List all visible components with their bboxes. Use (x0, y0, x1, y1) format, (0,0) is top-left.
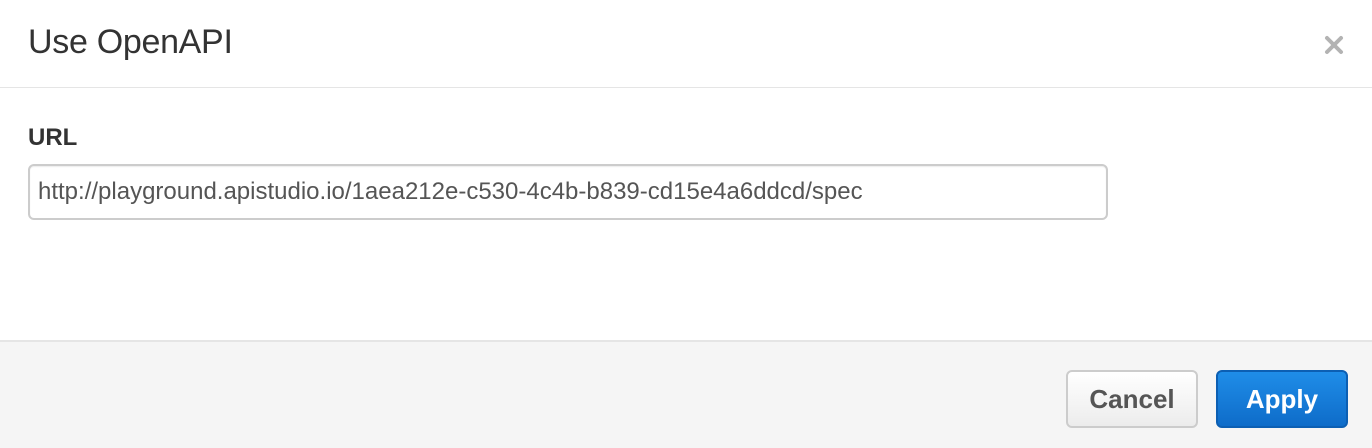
dialog-body: URL (0, 88, 1372, 340)
cancel-button[interactable]: Cancel (1066, 370, 1198, 428)
url-label: URL (28, 124, 78, 151)
use-openapi-dialog: Use OpenAPI URL Cancel Apply (0, 0, 1372, 448)
dialog-header: Use OpenAPI (0, 0, 1372, 88)
url-input[interactable] (28, 164, 1108, 220)
dialog-title: Use OpenAPI (28, 23, 233, 61)
dialog-footer: Cancel Apply (0, 340, 1372, 448)
apply-button[interactable]: Apply (1216, 370, 1348, 428)
close-icon (1325, 35, 1343, 54)
close-button[interactable] (1320, 24, 1348, 58)
